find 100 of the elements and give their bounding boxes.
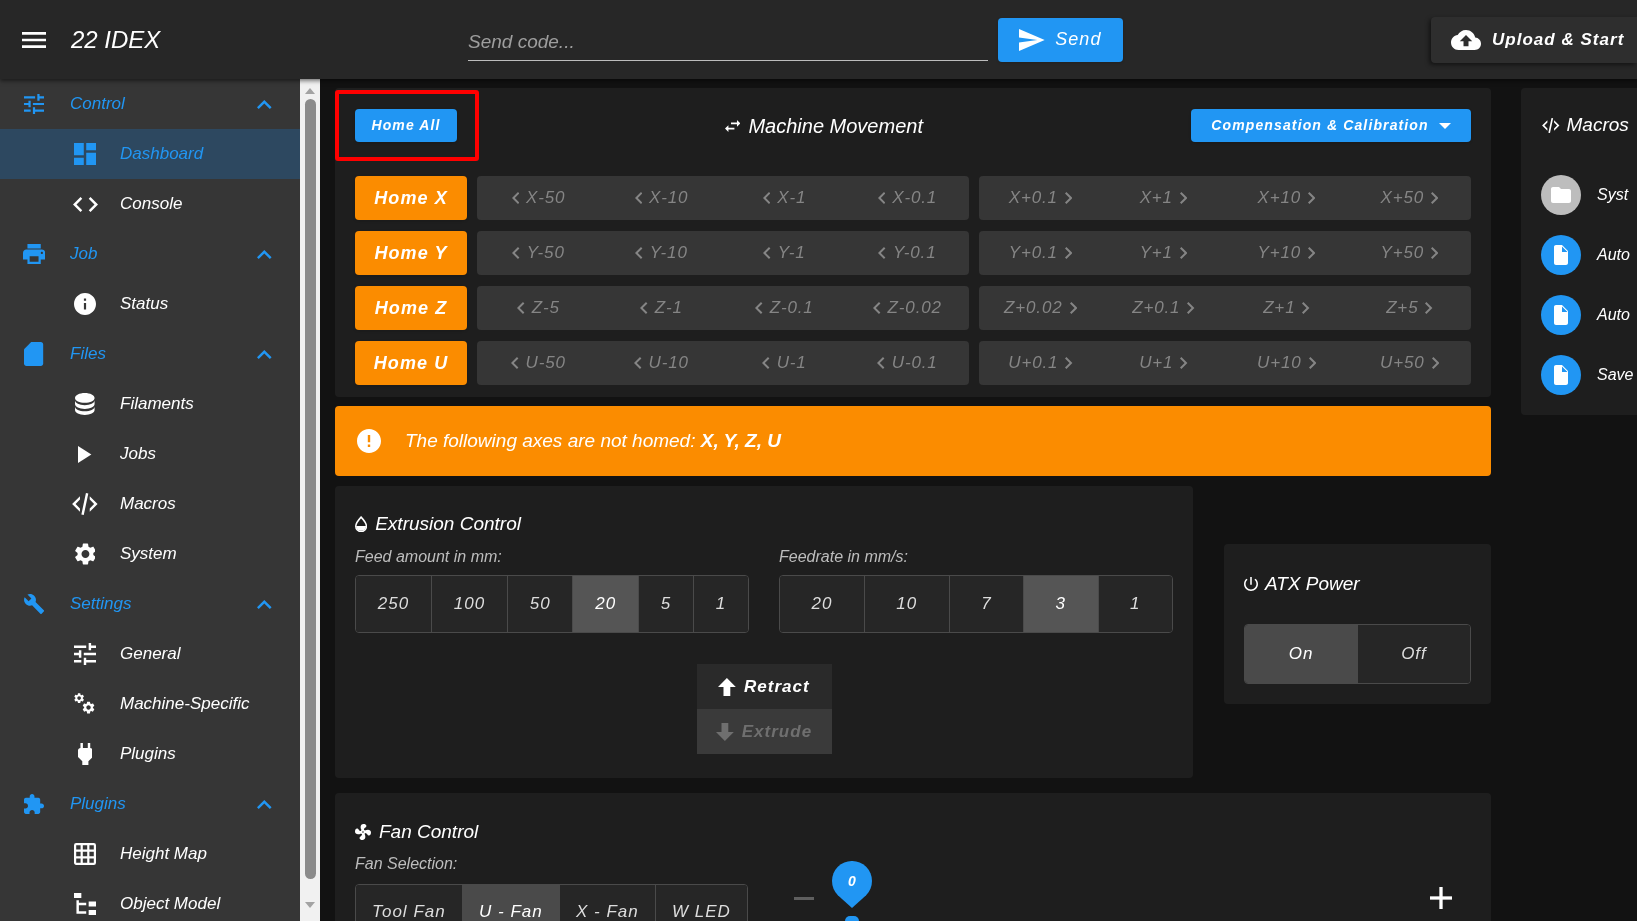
- chevron-left-icon: [634, 192, 643, 204]
- tree-structure-icon: [74, 893, 96, 915]
- toggle-button[interactable]: 1: [693, 576, 748, 632]
- toggle-button[interactable]: 20: [780, 576, 864, 632]
- caret-down-icon: [1438, 122, 1451, 129]
- chevron-right-icon: [1308, 357, 1316, 369]
- field-label: Fan Selection:: [355, 854, 458, 874]
- info-icon: [74, 293, 96, 315]
- macro-list-item[interactable]: Auto: [1541, 295, 1630, 335]
- toggle-button[interactable]: 3: [1023, 576, 1098, 632]
- chevron-left-icon: [517, 302, 525, 314]
- chevron-left-icon: [762, 192, 771, 204]
- chevron-left-icon: [511, 357, 519, 369]
- chevron-right-icon: [1302, 302, 1310, 314]
- toggle-button[interactable]: On: [1245, 625, 1357, 683]
- macro-list-item[interactable]: Syst: [1541, 175, 1629, 215]
- chevron-right-icon: [1425, 302, 1433, 314]
- nav-group-header[interactable]: Control: [0, 79, 300, 129]
- chevron-right-icon: [1179, 192, 1188, 204]
- alert-icon: [357, 429, 381, 453]
- nav-group-header[interactable]: Files: [0, 329, 300, 379]
- toggle-button[interactable]: 7: [948, 576, 1024, 632]
- toggle-button[interactable]: Tool Fan: [356, 885, 462, 921]
- nav-group-header[interactable]: Job: [0, 229, 300, 279]
- nav-item[interactable]: Machine-Specific: [0, 679, 300, 729]
- arrow-up-icon[interactable]: [305, 88, 315, 94]
- dashboard-icon: [74, 143, 96, 165]
- extrude-action-button[interactable]: Retract: [696, 664, 832, 709]
- toggle-button[interactable]: 1: [1097, 576, 1172, 632]
- nav-item[interactable]: System: [0, 529, 300, 579]
- panel-title: Macros: [1566, 112, 1629, 137]
- chevron-left-icon: [878, 247, 886, 259]
- chevron-left-icon: [877, 192, 886, 204]
- macro-list-item[interactable]: Auto: [1541, 235, 1630, 275]
- chevron-right-icon: [1180, 357, 1188, 369]
- chevron-left-icon: [873, 302, 881, 314]
- toggle-button[interactable]: 100: [431, 576, 507, 632]
- wrench-icon: [23, 594, 45, 614]
- chevron-left-icon: [763, 247, 771, 259]
- toggle-button[interactable]: 20: [572, 576, 638, 632]
- toggle-button[interactable]: X - Fan: [558, 885, 655, 921]
- arrow-down-icon[interactable]: [305, 902, 315, 908]
- chevron-left-icon: [762, 357, 770, 369]
- nav-item[interactable]: Status: [0, 279, 300, 329]
- nav-item[interactable]: Height Map: [0, 829, 300, 879]
- settings-icon: [74, 543, 96, 565]
- nav-item[interactable]: Plugins: [0, 729, 300, 779]
- chevron-right-icon: [1308, 247, 1316, 259]
- toggle-button[interactable]: Off: [1357, 625, 1470, 683]
- send-icon: [1019, 28, 1046, 51]
- chevron-left-icon: [640, 302, 648, 314]
- toggle-button[interactable]: 250: [356, 576, 431, 632]
- chevron-left-icon: [512, 247, 520, 259]
- nav-item[interactable]: Object Model: [0, 879, 300, 921]
- scrollbar-thumb[interactable]: [304, 99, 316, 879]
- code-input-field[interactable]: Send code...: [468, 24, 988, 61]
- chevron-right-icon: [1431, 192, 1439, 204]
- field-label: Feedrate in mm/s:: [779, 547, 908, 567]
- chevron-left-icon: [877, 357, 885, 369]
- plus-icon[interactable]: [1430, 887, 1452, 909]
- home-all-button[interactable]: Home All: [355, 109, 457, 142]
- nav-item[interactable]: Filaments: [0, 379, 300, 429]
- field-label: Feed amount in mm:: [355, 547, 502, 567]
- send-button[interactable]: Send: [998, 17, 1123, 62]
- chevron-left-icon: [511, 192, 520, 204]
- printer-icon: [22, 244, 46, 264]
- chevron-right-icon: [1431, 247, 1439, 259]
- slider-thumb[interactable]: [845, 916, 859, 921]
- power-icon: [1244, 577, 1258, 591]
- chevron-left-icon: [635, 247, 643, 259]
- database-icon: [75, 393, 95, 415]
- nav-group-header[interactable]: Settings: [0, 579, 300, 629]
- sliders-icon: [24, 94, 44, 114]
- app-title: 22 IDEX: [71, 24, 161, 55]
- cloud-upload-icon: [1451, 29, 1481, 50]
- toggle-button[interactable]: 5: [637, 576, 693, 632]
- chevron-right-icon: [1064, 192, 1073, 204]
- toggle-button[interactable]: 10: [863, 576, 949, 632]
- toggle-button[interactable]: U - Fan: [461, 885, 559, 921]
- chevron-right-icon: [1179, 247, 1188, 259]
- upload-button[interactable]: Upload & Start: [1431, 16, 1637, 63]
- scrollbar[interactable]: [300, 79, 320, 921]
- nav-item[interactable]: Console: [0, 179, 300, 229]
- menu-icon[interactable]: [22, 31, 46, 48]
- toggle-button[interactable]: 50: [506, 576, 573, 632]
- puzzle-piece-icon: [24, 794, 44, 814]
- sd-card-icon: [24, 342, 44, 366]
- nav-item[interactable]: Macros: [0, 479, 300, 529]
- toggle-button[interactable]: W LED: [654, 885, 747, 921]
- dropdown-button[interactable]: Compensation & Calibration: [1191, 109, 1471, 142]
- macro-list-item[interactable]: Save: [1541, 355, 1634, 395]
- chevron-right-icon: [1069, 302, 1077, 314]
- slider-value-label: 0: [832, 861, 872, 908]
- nav-item[interactable]: Jobs: [0, 429, 300, 479]
- nav-group-header[interactable]: Plugins: [0, 779, 300, 829]
- chevron-right-icon: [1431, 357, 1439, 369]
- nav-item[interactable]: General: [0, 629, 300, 679]
- file-icon: [1541, 355, 1581, 395]
- chevron-right-icon: [1187, 302, 1195, 314]
- nav-item[interactable]: Dashboard: [0, 129, 300, 179]
